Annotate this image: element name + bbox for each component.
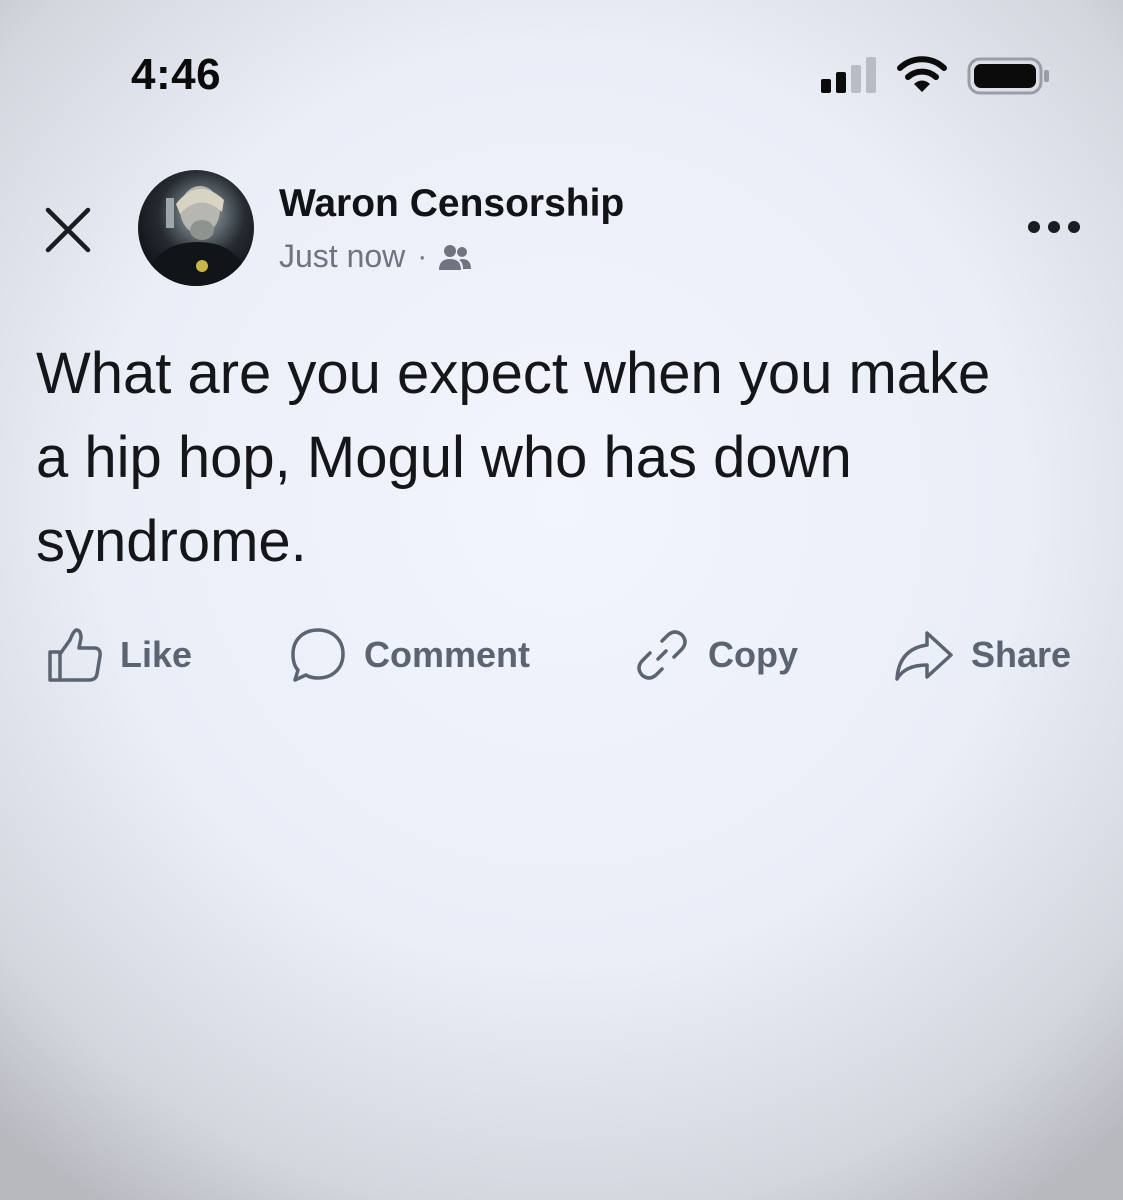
post-screen: 4:46 Waron Censorship Just now · What ar… <box>0 0 1123 1200</box>
post-meta: Just now · <box>279 238 473 275</box>
post-text: What are you expect when you make a hip … <box>36 341 991 574</box>
copy-button[interactable]: Copy <box>634 620 798 690</box>
battery-icon <box>967 57 1049 95</box>
friends-icon[interactable] <box>437 243 473 271</box>
more-options-icon[interactable] <box>1022 212 1086 242</box>
post-timestamp[interactable]: Just now <box>279 238 405 275</box>
close-icon[interactable] <box>40 202 96 258</box>
share-arrow-icon <box>895 631 953 681</box>
link-icon <box>637 630 687 680</box>
share-label: Share <box>971 634 1072 675</box>
comment-bubble-icon <box>291 628 345 682</box>
author-name[interactable]: Waron Censorship <box>279 182 624 226</box>
share-button[interactable]: Share <box>893 620 1071 690</box>
comment-button[interactable]: Comment <box>288 620 530 690</box>
copy-label: Copy <box>708 634 798 675</box>
like-button[interactable]: Like <box>46 620 192 690</box>
thumbs-up-icon <box>48 628 102 682</box>
cellular-signal-icon <box>821 57 879 93</box>
comment-label: Comment <box>364 634 531 675</box>
wifi-icon <box>897 56 947 92</box>
like-label: Like <box>120 634 193 675</box>
meta-separator: · <box>417 239 428 273</box>
status-time: 4:46 <box>131 50 222 99</box>
avatar[interactable] <box>138 170 254 286</box>
